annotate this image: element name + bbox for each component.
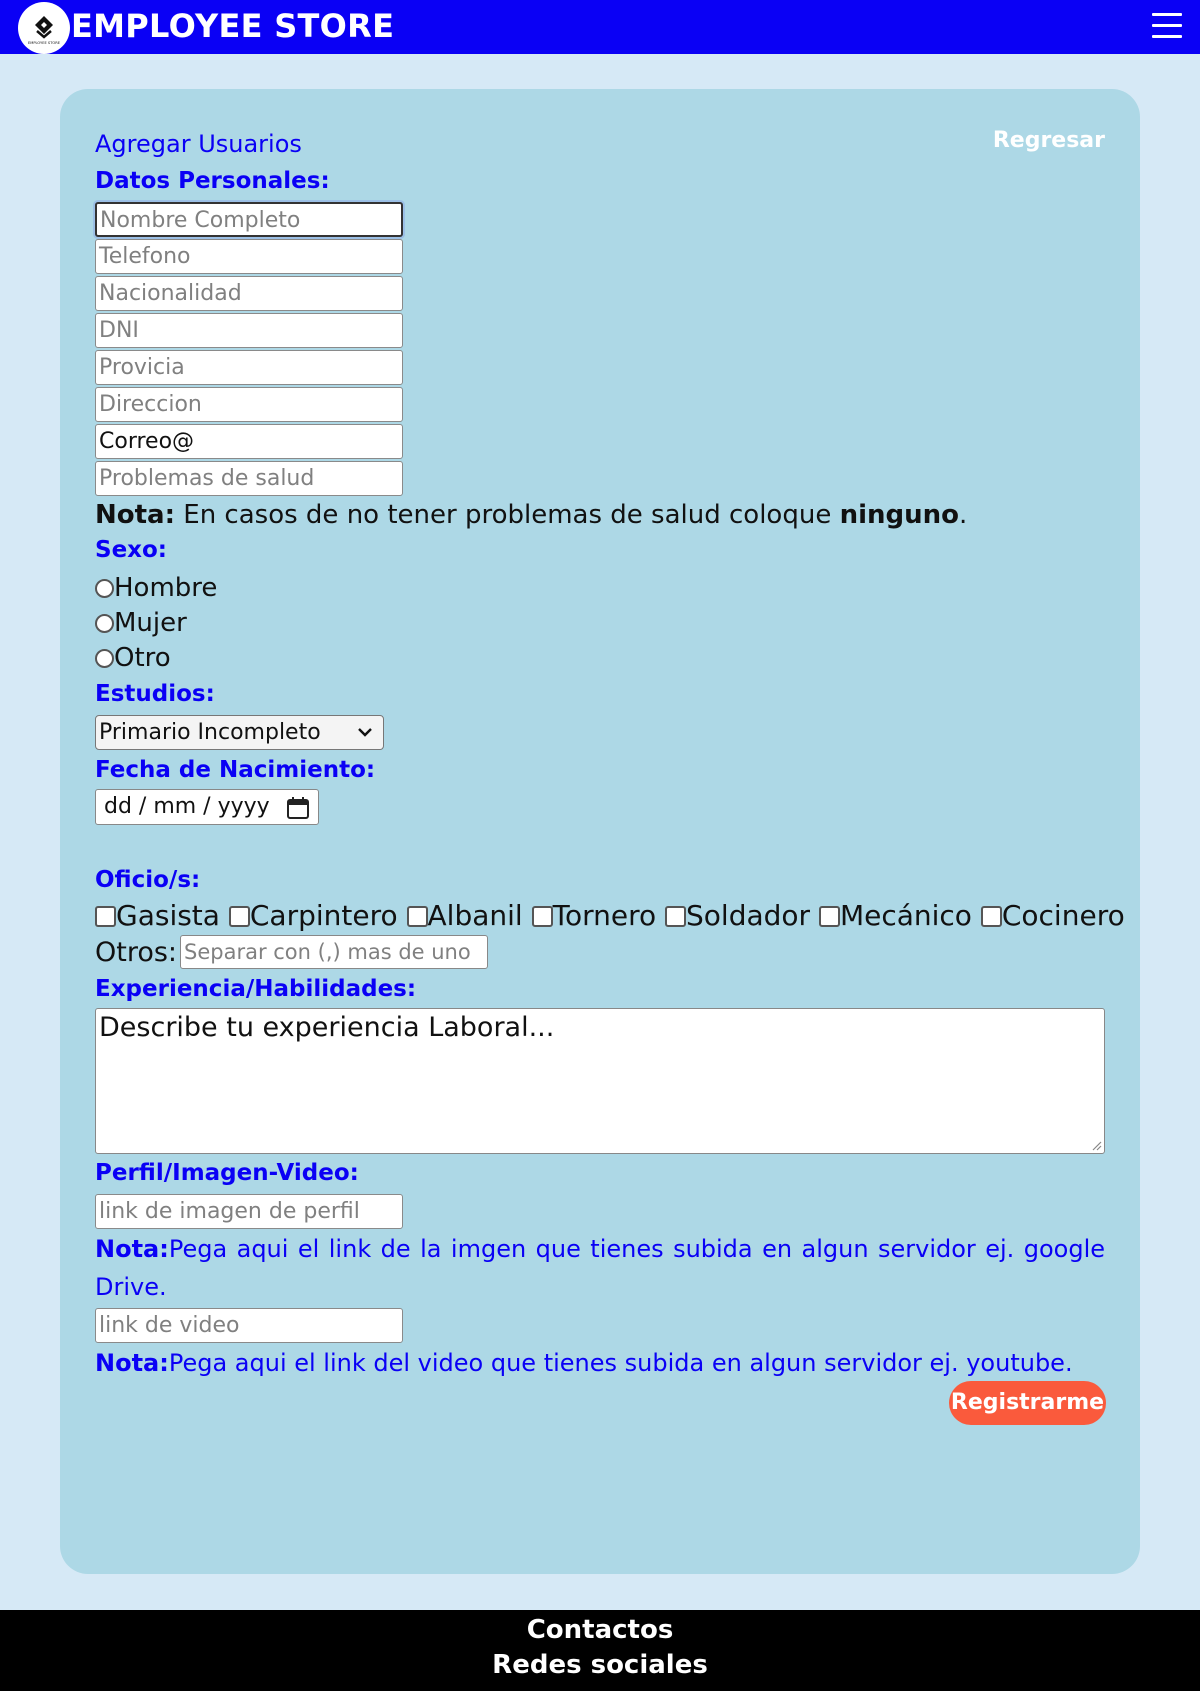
radio-other[interactable]	[95, 649, 114, 668]
full-name-input[interactable]: Nombre Completo	[95, 202, 403, 237]
other-trades-input[interactable]: Separar con (,) mas de uno	[180, 935, 488, 969]
trade-label: Albanil	[427, 899, 523, 932]
birthdate-placeholder: dd / mm / yyyy	[104, 794, 270, 819]
chevron-down-icon	[358, 728, 372, 737]
email-input[interactable]: Correo@	[95, 424, 403, 459]
nationality-input[interactable]: Nacionalidad	[95, 276, 403, 311]
footer: Contactos Redes sociales	[0, 1610, 1200, 1691]
birthdate-input[interactable]: dd / mm / yyyy	[95, 789, 319, 825]
studies-select[interactable]: Primario Incompleto	[95, 715, 384, 750]
calendar-icon[interactable]	[286, 796, 310, 820]
video-note-label: Nota:	[95, 1349, 169, 1377]
brand-title: EMPLOYEE STORE	[71, 7, 395, 45]
trade-option[interactable]: Cocinero	[980, 899, 1125, 932]
birthdate-heading: Fecha de Nacimiento:	[95, 757, 376, 783]
register-button[interactable]: Registrarme	[949, 1381, 1106, 1425]
sex-option-male[interactable]: Hombre	[95, 571, 217, 605]
health-note-keyword: ninguno	[839, 500, 960, 530]
video-note-text: Pega aqui el link del video que tienes s…	[168, 1349, 1073, 1377]
checkbox-albanil[interactable]	[406, 906, 428, 927]
sex-option-label: Hombre	[114, 573, 218, 603]
checkbox-mecanico[interactable]	[818, 906, 840, 927]
trade-option[interactable]: Tornero	[531, 899, 657, 932]
dni-input[interactable]: DNI	[95, 313, 403, 348]
top-navbar: EMPLOYEE STORE EMPLOYEE STORE	[0, 0, 1200, 54]
footer-social-link[interactable]: Redes sociales	[0, 1648, 1200, 1682]
other-trades-label: Otros:	[95, 937, 178, 968]
checkbox-cocinero[interactable]	[980, 906, 1002, 927]
svg-text:EMPLOYEE STORE: EMPLOYEE STORE	[28, 41, 61, 45]
video-link-note: Nota:Pega aqui el link del video que tie…	[95, 1344, 1073, 1382]
sex-option-female[interactable]: Mujer	[95, 606, 187, 640]
trade-label: Gasista	[116, 899, 220, 932]
checkbox-tornero[interactable]	[531, 906, 553, 927]
profile-image-link-input[interactable]: link de imagen de perfil	[95, 1194, 403, 1229]
trade-option[interactable]: Mecánico	[818, 899, 972, 932]
back-link[interactable]: Regresar	[985, 126, 1105, 156]
checkbox-soldador[interactable]	[665, 906, 687, 927]
trade-label: Cocinero	[1001, 899, 1125, 932]
trade-option[interactable]: Soldador	[665, 899, 810, 932]
radio-female[interactable]	[95, 614, 114, 633]
footer-contacts-link[interactable]: Contactos	[0, 1613, 1200, 1647]
personal-data-heading: Datos Personales:	[95, 168, 330, 194]
trade-option[interactable]: Gasista	[95, 899, 220, 932]
checkbox-gasista[interactable]	[95, 906, 116, 927]
studies-selected-value: Primario Incompleto	[99, 720, 321, 745]
health-note-text: En casos de no tener problemas de salud …	[175, 500, 840, 530]
hamburger-icon[interactable]	[1152, 13, 1182, 41]
phone-input[interactable]: Telefono	[95, 239, 403, 274]
health-note-label: Nota:	[95, 500, 175, 530]
health-problems-input[interactable]: Problemas de salud	[95, 461, 403, 496]
trade-label: Mecánico	[839, 899, 972, 932]
experience-placeholder: Describe tu experiencia Laboral...	[99, 1012, 555, 1043]
address-input[interactable]: Direccion	[95, 387, 403, 422]
experience-heading: Experiencia/Habilidades:	[95, 976, 417, 1002]
image-link-note: Nota:Pega aqui el link de la imgen que t…	[95, 1230, 1105, 1306]
sex-option-label: Mujer	[114, 608, 187, 638]
province-input[interactable]: Provicia	[95, 350, 403, 385]
radio-male[interactable]	[95, 579, 114, 598]
trade-option[interactable]: Albanil	[406, 899, 523, 932]
form-title[interactable]: Agregar Usuarios	[95, 128, 302, 160]
video-link-input[interactable]: link de video	[95, 1308, 403, 1343]
trade-option[interactable]: Carpintero	[228, 899, 398, 932]
image-note-label: Nota:	[95, 1235, 169, 1263]
image-note-text: Pega aqui el link de la imgen que tienes…	[95, 1235, 1105, 1301]
trade-label: Carpintero	[249, 899, 398, 932]
profile-media-heading: Perfil/Imagen-Video:	[95, 1160, 359, 1186]
trades-heading: Oficio/s:	[95, 867, 201, 893]
checkbox-carpintero[interactable]	[228, 906, 250, 927]
experience-textarea[interactable]: Describe tu experiencia Laboral...	[95, 1008, 1105, 1154]
trades-checkbox-group: Gasista Carpintero Albanil Tornero Solda…	[95, 898, 1125, 934]
brand-logo[interactable]: EMPLOYEE STORE	[18, 2, 70, 54]
resize-grip-icon[interactable]	[1090, 1139, 1102, 1151]
sex-option-label: Otro	[114, 643, 171, 673]
studies-heading: Estudios:	[95, 681, 215, 707]
health-note-end: .	[959, 500, 968, 530]
logo-mark-icon: EMPLOYEE STORE	[28, 16, 61, 45]
sex-heading: Sexo:	[95, 537, 167, 563]
health-note: Nota: En casos de no tener problemas de …	[95, 498, 967, 532]
sex-option-other[interactable]: Otro	[95, 641, 171, 675]
trade-label: Tornero	[552, 899, 657, 932]
trade-label: Soldador	[686, 899, 811, 932]
